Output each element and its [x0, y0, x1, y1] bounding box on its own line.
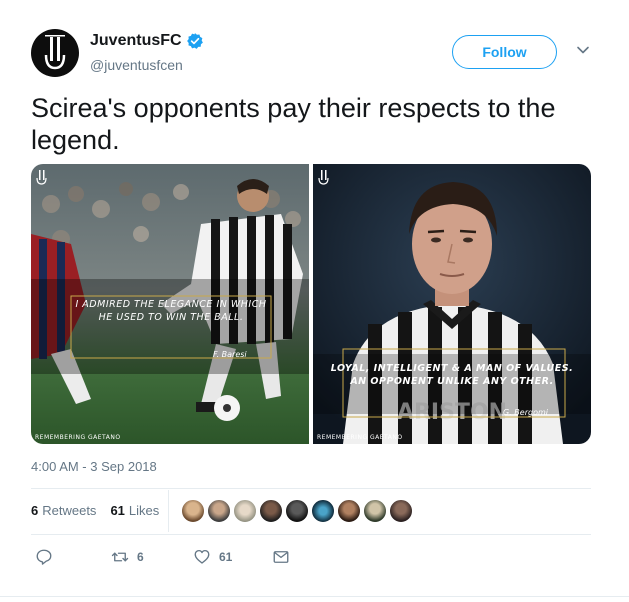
tweet-text: Scirea's opponents pay their respects to…	[31, 93, 556, 155]
retweet-button[interactable]: 6	[111, 548, 144, 566]
avatar[interactable]	[31, 29, 79, 77]
user-handle[interactable]: @juventusfcen	[90, 56, 183, 74]
juventus-logo-icon	[44, 35, 66, 70]
tweet-card: JuventusFC @juventusfcen Follow Scirea's…	[0, 0, 629, 602]
direct-message-button[interactable]	[272, 548, 290, 566]
retweets-count: 6	[31, 503, 39, 518]
display-name-row[interactable]: JuventusFC	[90, 31, 204, 51]
liker-avatar[interactable]	[259, 499, 283, 523]
tweet-bottom-border	[0, 596, 629, 597]
retweet-count: 6	[137, 550, 144, 564]
liker-avatar[interactable]	[363, 499, 387, 523]
liker-avatar[interactable]	[285, 499, 309, 523]
photo-right-signature: G. Bergomi	[503, 408, 548, 417]
photo-bergomi-quote[interactable]: ARISTON Loyal, intelligent & a man of va…	[313, 164, 591, 444]
photo-left-quote: I admired the elegance in which he used …	[75, 299, 267, 323]
liker-avatar[interactable]	[337, 499, 361, 523]
divider-bottom	[31, 534, 591, 535]
liker-avatar[interactable]	[311, 499, 335, 523]
likes-count: 61	[110, 503, 125, 518]
follow-button[interactable]: Follow	[452, 35, 557, 69]
photo-baresi-quote[interactable]: I admired the elegance in which he used …	[31, 164, 309, 444]
verified-badge-icon	[186, 33, 203, 49]
liker-avatar[interactable]	[181, 499, 205, 523]
likes-label: Likes	[128, 503, 160, 518]
like-button[interactable]: 61	[193, 548, 232, 566]
liker-avatar[interactable]	[233, 499, 257, 523]
reply-icon	[36, 549, 52, 565]
likes-stat[interactable]: 61 Likes	[110, 503, 159, 518]
photo-left-signature: F. Baresi	[213, 350, 247, 359]
stats-separator	[168, 490, 169, 532]
direct-message-icon	[273, 551, 289, 563]
photo-right-quote: Loyal, intelligent & a man of values. An…	[330, 363, 574, 387]
liker-avatar[interactable]	[207, 499, 231, 523]
chevron-down-icon[interactable]	[576, 43, 590, 57]
tweet-timestamp[interactable]: 4:00 AM - 3 Sep 2018	[31, 459, 157, 474]
liker-avatar[interactable]	[389, 499, 413, 523]
retweets-label: Retweets	[42, 503, 97, 518]
tweet-stats: 6 Retweets 61 Likes	[31, 503, 173, 518]
reply-button[interactable]	[35, 548, 53, 566]
heart-icon	[194, 549, 210, 564]
retweet-icon	[111, 552, 129, 562]
photo-left-footer: REMEMBERING GAETANO	[35, 434, 121, 441]
photo-right-image: ARISTON	[313, 164, 591, 444]
liker-avatars	[181, 499, 415, 523]
photo-right-footer: REMEMBERING GAETANO	[317, 434, 403, 441]
like-count: 61	[219, 550, 233, 564]
display-name[interactable]: JuventusFC	[90, 31, 182, 51]
retweets-stat[interactable]: 6 Retweets	[31, 503, 96, 518]
media-gallery[interactable]: I admired the elegance in which he used …	[31, 164, 591, 444]
divider-top	[31, 488, 591, 489]
